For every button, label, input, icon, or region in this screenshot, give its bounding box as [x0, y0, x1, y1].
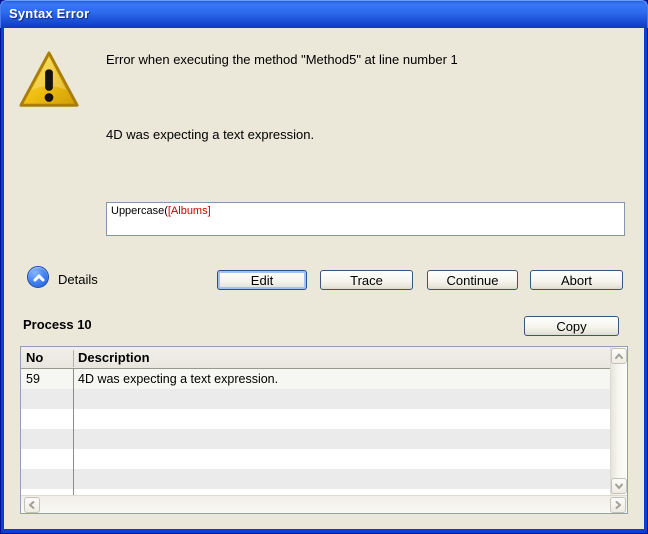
column-header-no[interactable]: No — [26, 350, 43, 365]
continue-button[interactable]: Continue — [427, 270, 518, 290]
empty-row — [21, 429, 610, 449]
vertical-scrollbar[interactable] — [610, 347, 627, 495]
details-label: Details — [58, 272, 98, 287]
error-table-header[interactable]: No Description — [21, 347, 610, 369]
details-toggle-button[interactable] — [27, 266, 49, 288]
column-header-description[interactable]: Description — [78, 350, 150, 365]
error-message-line1: Error when executing the method "Method5… — [106, 52, 458, 67]
empty-row — [21, 389, 610, 409]
expression-box[interactable]: Uppercase([Albums] — [106, 202, 625, 236]
edit-button[interactable]: Edit — [217, 270, 307, 290]
column-divider-body — [73, 369, 74, 495]
trace-button[interactable]: Trace — [320, 270, 413, 290]
scroll-down-button[interactable] — [611, 478, 627, 494]
horizontal-scrollbar[interactable] — [21, 495, 627, 513]
error-table: No Description 59 4D was expecting a tex… — [20, 346, 628, 514]
expression-prefix: Uppercase( — [111, 205, 168, 217]
warning-icon — [18, 48, 80, 116]
error-message-line2: 4D was expecting a text expression. — [106, 127, 314, 142]
empty-row — [21, 409, 610, 429]
table-row[interactable]: 59 4D was expecting a text expression. — [21, 369, 610, 389]
error-table-rows: 59 4D was expecting a text expression. — [21, 369, 610, 495]
expression-field-reference: [Albums] — [168, 205, 211, 217]
title-bar[interactable]: Syntax Error — [0, 0, 648, 28]
empty-row — [21, 469, 610, 489]
abort-button[interactable]: Abort — [530, 270, 623, 290]
process-label: Process 10 — [23, 317, 92, 332]
copy-button[interactable]: Copy — [524, 316, 619, 336]
cell-error-number: 59 — [26, 369, 40, 389]
syntax-error-dialog: Syntax Error Error when executing the me… — [0, 0, 648, 534]
column-divider[interactable] — [73, 350, 74, 367]
cell-error-description: 4D was expecting a text expression. — [78, 369, 278, 389]
window-title: Syntax Error — [9, 6, 89, 21]
scroll-right-button[interactable] — [610, 497, 626, 513]
scroll-left-button[interactable] — [24, 497, 40, 513]
empty-row — [21, 449, 610, 469]
scroll-up-button[interactable] — [611, 348, 627, 364]
